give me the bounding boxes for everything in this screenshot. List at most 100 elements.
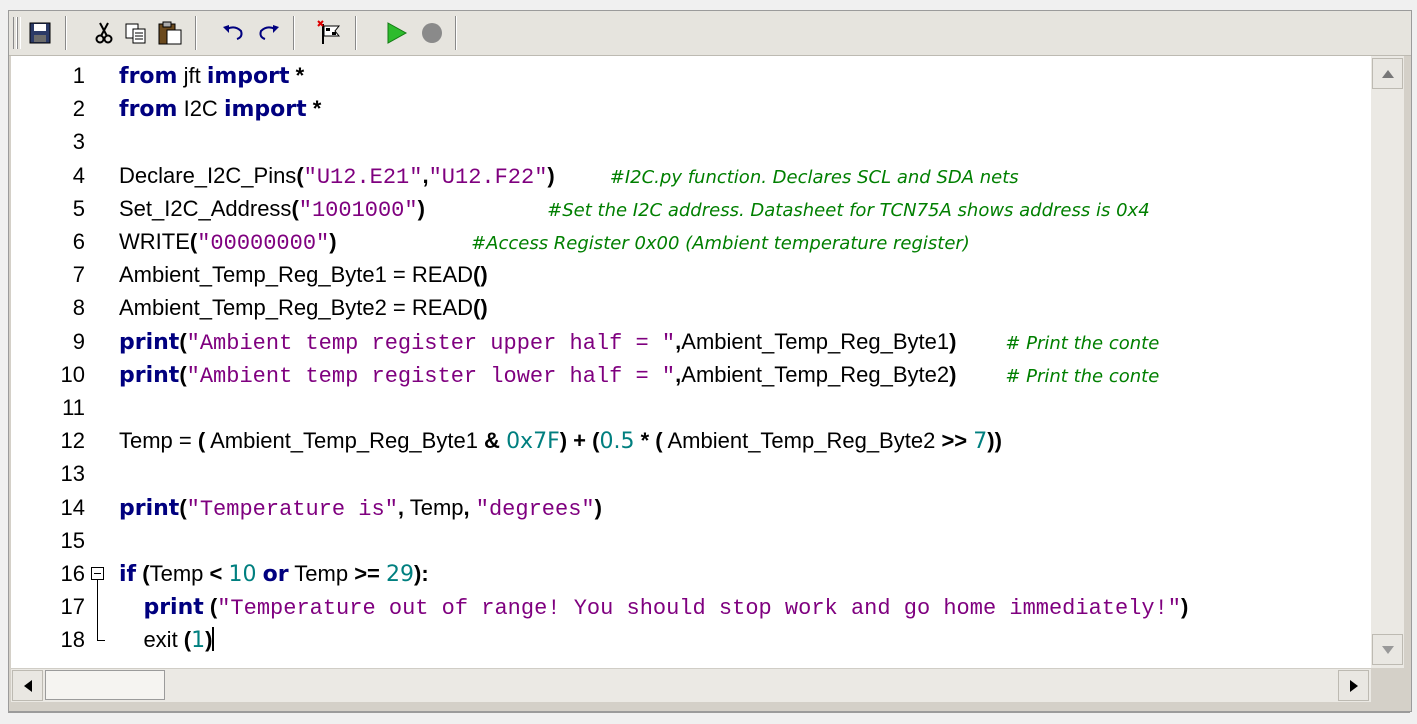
code-token: "00000000" — [197, 231, 330, 256]
code-token: >> — [941, 428, 968, 454]
stop-icon[interactable] — [417, 18, 447, 48]
fold-collapse-icon[interactable] — [91, 567, 104, 580]
code-token: 10 — [228, 562, 257, 587]
code-token: * — [306, 96, 322, 122]
code-token: "Temperature out of range! You should st… — [217, 596, 1181, 622]
code-token: "U12.E21" — [303, 164, 423, 190]
line-number: 1 — [72, 63, 85, 88]
code-token: ( — [179, 361, 187, 387]
code-token: Ambient_Temp_Reg_Byte2 = READ — [119, 295, 474, 321]
code-line[interactable]: Ambient_Temp_Reg_Byte1 = READ() — [119, 258, 488, 291]
code-token: Temp = — [119, 428, 198, 454]
code-token: from — [119, 97, 178, 123]
line-number-gutter: 1 2 3 4 5 6 7 8 9 10 11 12 13 14 15 16 17 18 — [11, 56, 105, 668]
code-token: ( — [179, 328, 187, 354]
toolbar-separator — [355, 16, 357, 50]
code-token: 1 — [191, 628, 206, 654]
code-token: >= — [354, 561, 380, 586]
line-number: 7 — [72, 262, 85, 288]
line-number: 14 — [60, 494, 85, 520]
code-token: Ambient_Temp_Reg_Byte2 — [662, 428, 942, 454]
code-line[interactable]: print("Temperature is", Temp, "degrees") — [119, 491, 602, 524]
code-line[interactable]: WRITE("00000000") #Access Register 0x00 … — [119, 225, 970, 258]
code-token: Ambient_Temp_Reg_Byte2 — [681, 361, 950, 387]
scroll-right-icon[interactable] — [1338, 670, 1369, 701]
code-token: print — [119, 362, 180, 388]
line-number: 3 — [72, 129, 85, 155]
code-token: ) — [205, 627, 213, 653]
scroll-up-icon[interactable] — [1372, 58, 1403, 89]
code-token: Ambient_Temp_Reg_Byte1 — [681, 328, 950, 354]
horizontal-scroll-thumb[interactable] — [45, 670, 165, 700]
code-line[interactable]: print("Ambient temp register upper half … — [119, 325, 1159, 358]
code-line[interactable]: Set_I2C_Address("1001000") #Set the I2C … — [119, 192, 1150, 225]
code-token: jft — [177, 63, 207, 88]
code-line[interactable]: print ("Temperature out of range! You sh… — [119, 590, 1188, 623]
code-token: ) — [594, 494, 602, 520]
code-token: import — [206, 64, 290, 89]
toolbar-separator — [65, 16, 67, 50]
code-token: () — [473, 262, 488, 288]
code-token: < — [209, 561, 223, 586]
code-token: print — [119, 495, 180, 521]
horizontal-scrollbar[interactable] — [11, 668, 1371, 702]
paste-icon[interactable] — [155, 18, 185, 48]
code-token: Ambient_Temp_Reg_Byte1 — [205, 428, 485, 454]
toolbar-grip[interactable] — [17, 17, 21, 49]
code-token: print — [143, 595, 204, 621]
code-token: * — [289, 63, 305, 88]
line-number: 13 — [60, 461, 85, 487]
code-token: # Print the conte — [1005, 365, 1160, 387]
run-icon[interactable] — [381, 18, 411, 48]
code-token: I2C — [177, 96, 224, 122]
undo-icon[interactable] — [219, 18, 249, 48]
save-icon[interactable] — [25, 18, 55, 48]
line-number: 10 — [60, 361, 85, 387]
code-token: ( — [179, 494, 187, 520]
code-token: 7 — [973, 429, 988, 455]
code-token: ( — [203, 594, 218, 620]
code-token: ) + ( — [559, 428, 600, 454]
code-token: import — [223, 97, 307, 123]
line-number: 11 — [62, 395, 85, 420]
code-token: "Ambient temp register lower half = " — [186, 363, 676, 389]
code-token: * ( — [634, 428, 663, 454]
code-token: # Print the conte — [1005, 332, 1160, 354]
code-token: #Set the I2C address. Datasheet for TCN7… — [547, 199, 1150, 221]
scroll-left-icon[interactable] — [12, 670, 43, 701]
fold-end — [97, 640, 105, 642]
code-token: ( — [296, 162, 304, 188]
flag-icon[interactable] — [315, 18, 345, 48]
code-token: or — [262, 562, 289, 587]
text-cursor — [212, 627, 215, 652]
code-line[interactable]: Ambient_Temp_Reg_Byte2 = READ() — [119, 291, 488, 324]
vertical-scrollbar[interactable] — [1371, 56, 1404, 668]
code-token: ) — [329, 229, 337, 254]
status-bar — [8, 712, 1410, 723]
code-line[interactable]: Declare_I2C_Pins("U12.E21","U12.F22") #I… — [119, 159, 1019, 192]
code-line[interactable]: Temp = ( Ambient_Temp_Reg_Byte1 & 0x7F) … — [119, 424, 1002, 457]
copy-icon[interactable] — [121, 18, 151, 48]
code-token: 0x7F — [506, 429, 560, 455]
code-line[interactable]: if (Temp < 10 or Temp >= 29): — [119, 557, 429, 590]
code-editor[interactable]: 1 2 3 4 5 6 7 8 9 10 11 12 13 14 15 16 17 18 from jft imp… — [11, 56, 1371, 668]
code-line[interactable]: from jft import * — [119, 59, 304, 92]
scrollbar-corner — [1371, 668, 1404, 701]
scroll-down-icon[interactable] — [1372, 634, 1403, 665]
code-token: ) — [1181, 594, 1189, 620]
line-number: 5 — [72, 195, 85, 221]
code-line[interactable]: exit (1) — [119, 623, 215, 656]
redo-icon[interactable] — [253, 18, 283, 48]
code-token: "U12.F22" — [428, 164, 548, 190]
cut-icon[interactable] — [89, 18, 119, 48]
code-token: Declare_I2C_Pins — [119, 162, 297, 188]
fold-line — [97, 580, 98, 641]
code-line[interactable]: from I2C import * — [119, 92, 321, 125]
code-token: Set_I2C_Address — [119, 195, 292, 221]
code-line[interactable]: print("Ambient temp register lower half … — [119, 358, 1159, 391]
code-token: "1001000" — [298, 197, 418, 223]
code-token: WRITE — [119, 229, 190, 254]
